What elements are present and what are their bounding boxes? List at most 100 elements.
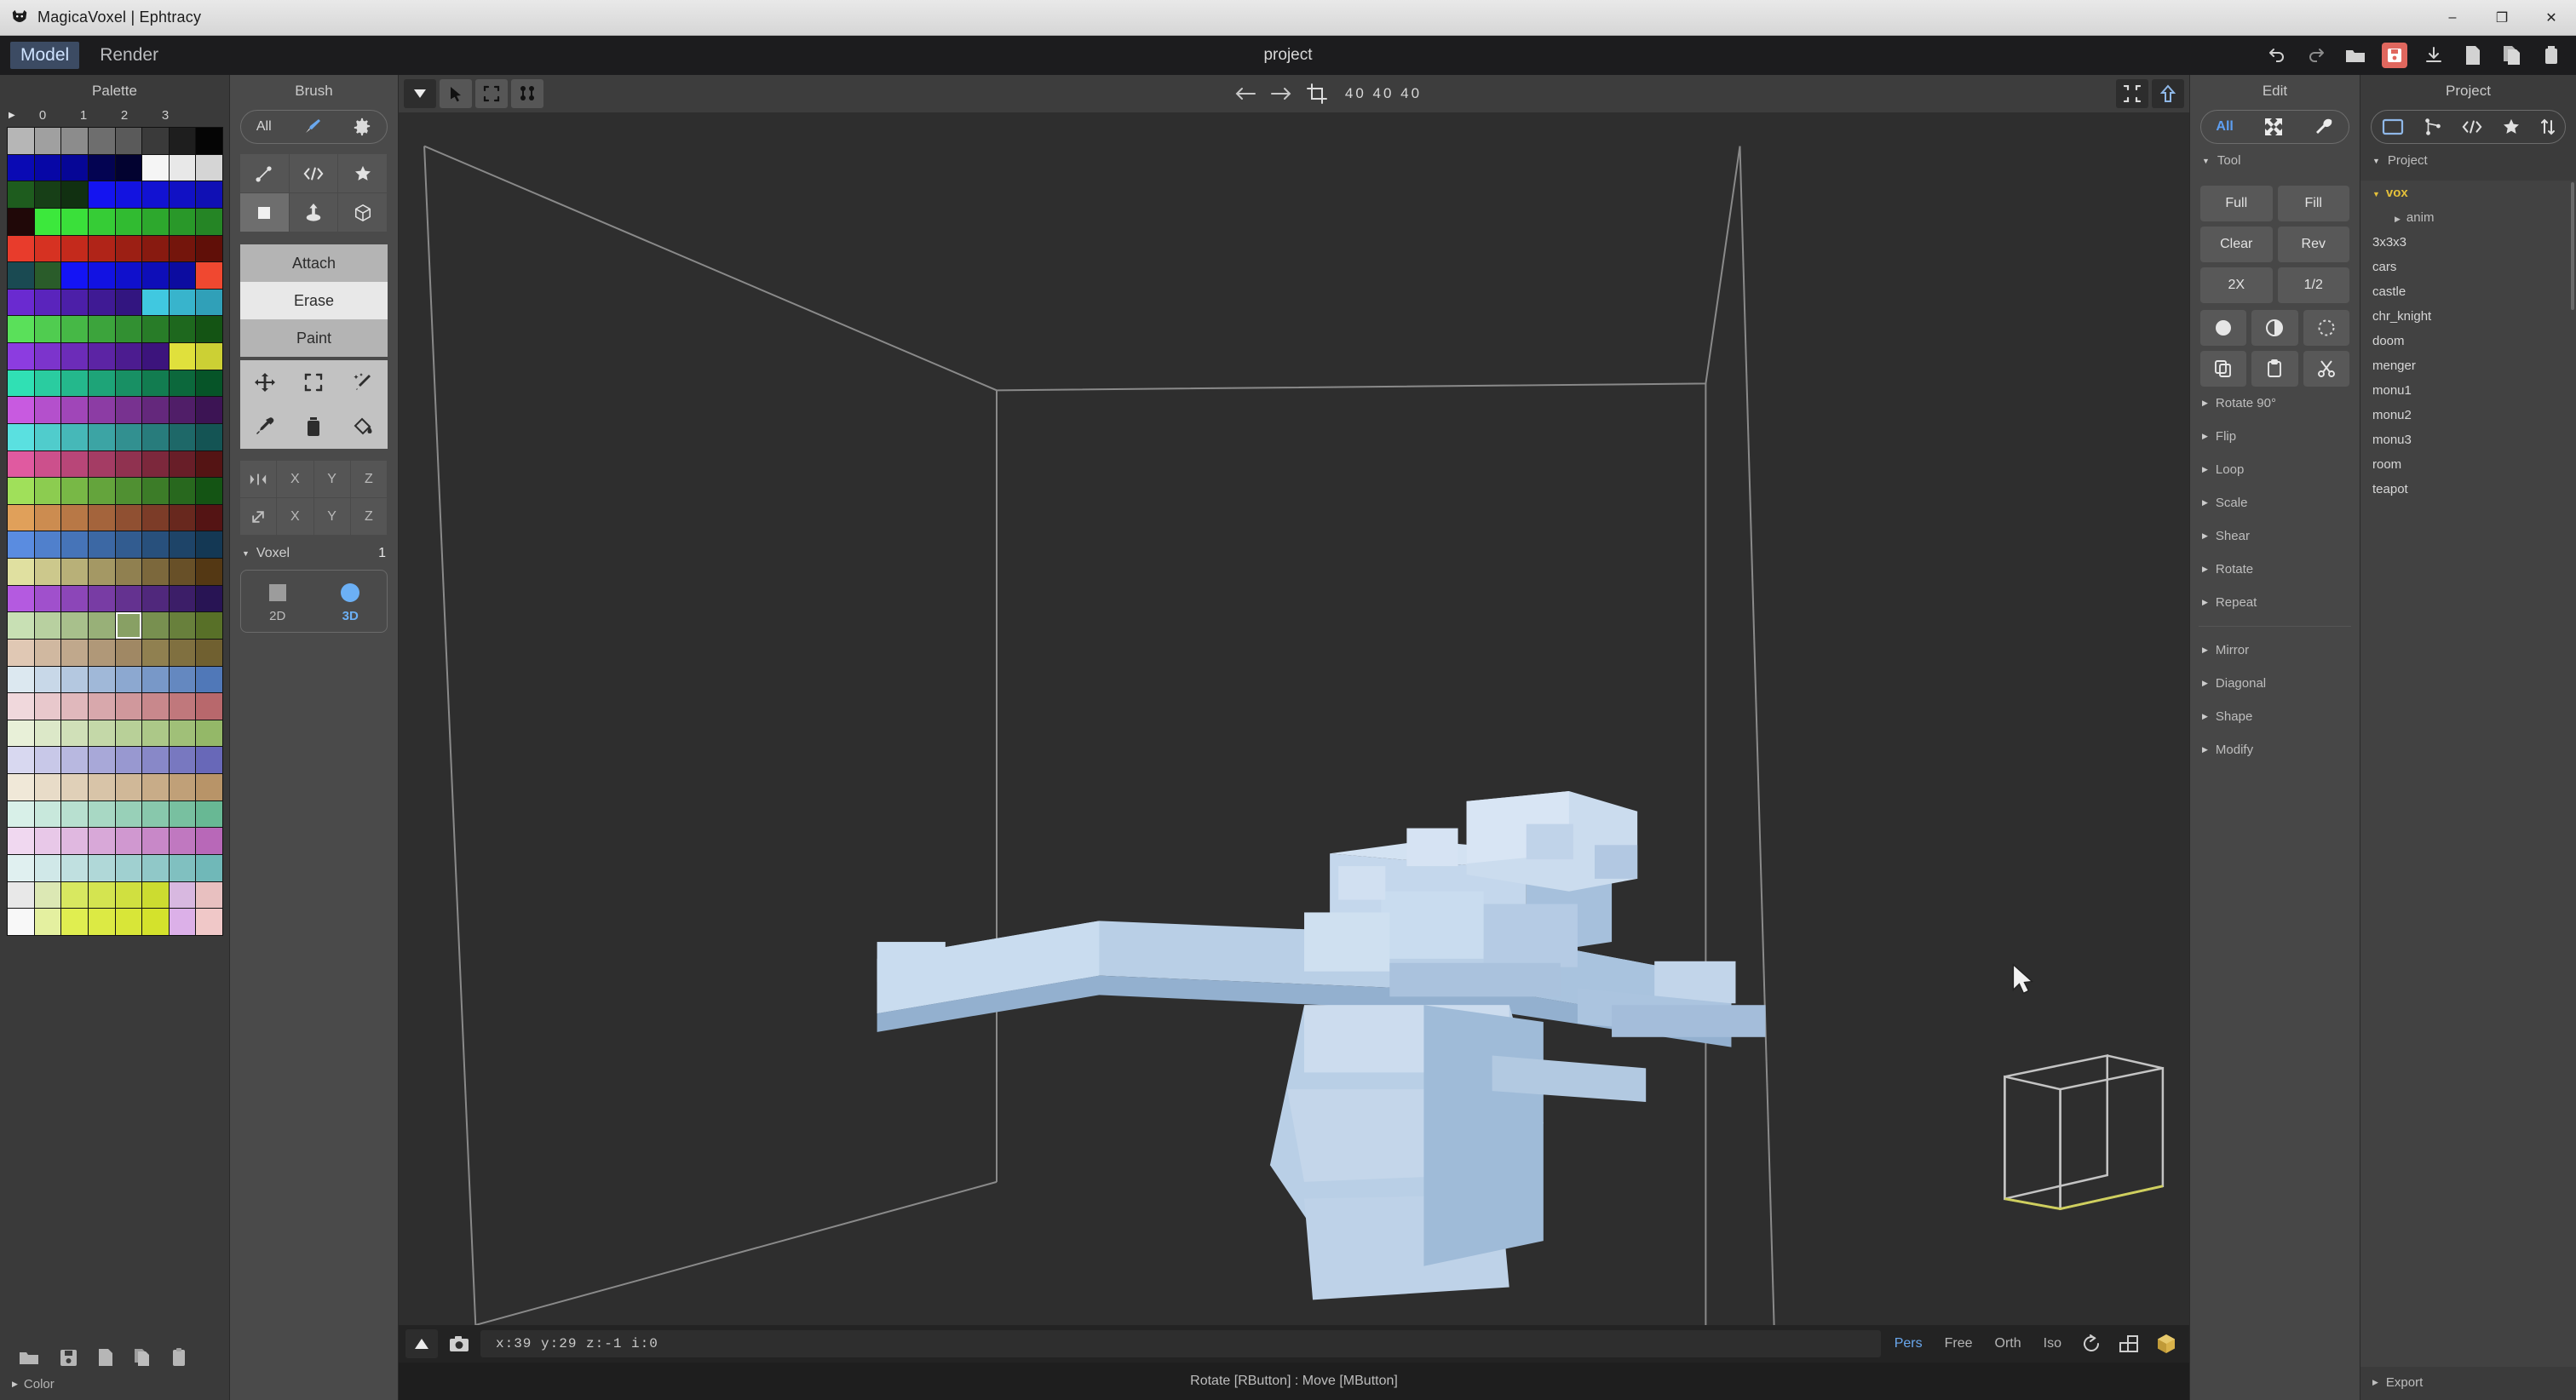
paste-icon[interactable] bbox=[2251, 351, 2298, 387]
circle-dashed-icon[interactable] bbox=[2303, 310, 2349, 346]
palette-swatch[interactable] bbox=[169, 639, 196, 666]
accordion-rotate[interactable]: ▶ Rotate bbox=[2190, 553, 2360, 586]
palette-swatch[interactable] bbox=[8, 747, 34, 773]
save-icon[interactable] bbox=[2382, 43, 2407, 68]
tree-node-monu2[interactable]: monu2 bbox=[2360, 403, 2576, 427]
palette-swatch[interactable] bbox=[8, 828, 34, 854]
close-button[interactable]: ✕ bbox=[2527, 0, 2576, 36]
palette-swatch[interactable] bbox=[115, 262, 142, 289]
palette-swatch[interactable] bbox=[142, 828, 169, 854]
palette-swatch[interactable] bbox=[61, 559, 88, 585]
palette-swatch[interactable] bbox=[142, 854, 169, 881]
palette-swatch[interactable] bbox=[88, 559, 115, 585]
tree-node-monu1[interactable]: monu1 bbox=[2360, 378, 2576, 403]
play-icon[interactable] bbox=[405, 1329, 438, 1358]
open-folder-icon[interactable] bbox=[2343, 43, 2368, 68]
palette-swatch[interactable] bbox=[88, 154, 115, 181]
palette-swatch[interactable] bbox=[142, 559, 169, 585]
redo-icon[interactable] bbox=[2303, 43, 2329, 68]
palette-swatch[interactable] bbox=[88, 774, 115, 800]
palette-swatch[interactable] bbox=[61, 774, 88, 800]
palette-swatch[interactable] bbox=[142, 478, 169, 504]
palette-swatch[interactable] bbox=[115, 289, 142, 316]
model-dimensions[interactable]: 40 40 40 bbox=[1337, 85, 1430, 102]
diagonal-z-button[interactable]: Z bbox=[350, 498, 388, 536]
palette-swatch[interactable] bbox=[142, 693, 169, 720]
camera-mode-orth[interactable]: Orth bbox=[1987, 1336, 2030, 1351]
palette-swatch[interactable] bbox=[169, 909, 196, 935]
palette-swatch[interactable] bbox=[61, 693, 88, 720]
palette-swatch[interactable] bbox=[169, 478, 196, 504]
palette-swatch[interactable] bbox=[196, 370, 222, 397]
palette-swatch[interactable] bbox=[34, 181, 61, 208]
palette-swatch[interactable] bbox=[196, 639, 222, 666]
palette-swatch[interactable] bbox=[115, 747, 142, 773]
palette-swatch[interactable] bbox=[8, 504, 34, 531]
palette-swatch[interactable] bbox=[142, 154, 169, 181]
palette-swatch[interactable] bbox=[88, 397, 115, 423]
palette-swatch[interactable] bbox=[88, 316, 115, 342]
accordion-flip[interactable]: ▶ Flip bbox=[2190, 420, 2360, 453]
palette-swatch[interactable] bbox=[88, 666, 115, 693]
palette-swatch[interactable] bbox=[169, 854, 196, 881]
palette-swatch[interactable] bbox=[115, 800, 142, 828]
palette-swatch[interactable] bbox=[169, 774, 196, 800]
crop-icon[interactable] bbox=[1301, 79, 1333, 108]
palette-swatch[interactable] bbox=[169, 559, 196, 585]
eyedropper-icon[interactable] bbox=[240, 405, 290, 449]
palette-swatch[interactable] bbox=[115, 854, 142, 881]
undo-icon[interactable] bbox=[2264, 43, 2290, 68]
accordion-rotate90[interactable]: ▶ Rotate 90° bbox=[2190, 387, 2360, 420]
palette-swatch[interactable] bbox=[196, 154, 222, 181]
palette-swatch[interactable] bbox=[169, 531, 196, 558]
palette-swatch[interactable] bbox=[88, 343, 115, 370]
rev-button[interactable]: Rev bbox=[2277, 227, 2349, 262]
palette-swatch[interactable] bbox=[142, 289, 169, 316]
palette-swatch[interactable] bbox=[196, 881, 222, 909]
palette-swatch[interactable] bbox=[142, 208, 169, 235]
palette-swatch[interactable] bbox=[34, 128, 61, 154]
mirror-icon[interactable] bbox=[240, 461, 278, 498]
diagonal-icon[interactable] bbox=[240, 498, 278, 536]
palette-swatch[interactable] bbox=[61, 747, 88, 773]
brush-all-label[interactable]: All bbox=[256, 119, 272, 135]
palette-swatch[interactable] bbox=[169, 423, 196, 450]
palette-swatch[interactable] bbox=[8, 423, 34, 450]
palette-swatch[interactable] bbox=[61, 800, 88, 828]
palette-swatch[interactable] bbox=[88, 450, 115, 478]
copy-icon[interactable] bbox=[2200, 351, 2247, 387]
palette-swatch[interactable] bbox=[196, 720, 222, 747]
palette-swatch[interactable] bbox=[88, 854, 115, 881]
palette-swatch[interactable] bbox=[196, 262, 222, 289]
palette-swatch[interactable] bbox=[34, 800, 61, 828]
palette-swatch[interactable] bbox=[196, 800, 222, 828]
palette-swatch[interactable] bbox=[115, 881, 142, 909]
palette-swatch[interactable] bbox=[8, 612, 34, 639]
palette-swatch[interactable] bbox=[115, 693, 142, 720]
shade-view-icon[interactable] bbox=[2150, 1329, 2182, 1358]
voxel-section-header[interactable]: ▼ Voxel 1 bbox=[230, 536, 398, 565]
palette-swatch[interactable] bbox=[34, 854, 61, 881]
palette-swatch[interactable] bbox=[169, 370, 196, 397]
fill-button[interactable]: Fill bbox=[2277, 186, 2349, 221]
palette-swatch[interactable] bbox=[61, 585, 88, 612]
palette-swatch[interactable] bbox=[115, 235, 142, 262]
accordion-scale[interactable]: ▶ Scale bbox=[2190, 486, 2360, 519]
palette-swatch[interactable] bbox=[8, 774, 34, 800]
palette-swatch[interactable] bbox=[169, 343, 196, 370]
palette-swatch[interactable] bbox=[8, 397, 34, 423]
menu-item-model[interactable]: Model bbox=[10, 42, 80, 69]
palette-swatch[interactable] bbox=[169, 747, 196, 773]
palette-swatch[interactable] bbox=[196, 450, 222, 478]
box-tool-icon[interactable] bbox=[338, 193, 388, 232]
palette-swatch[interactable] bbox=[196, 235, 222, 262]
camera-mode-pers[interactable]: Pers bbox=[1886, 1336, 1931, 1351]
palette-swatch[interactable] bbox=[8, 181, 34, 208]
palette-swatch[interactable] bbox=[115, 720, 142, 747]
palette-swatch[interactable] bbox=[196, 128, 222, 154]
palette-swatch[interactable] bbox=[196, 531, 222, 558]
palette-swatch[interactable] bbox=[61, 343, 88, 370]
camera-mode-iso[interactable]: Iso bbox=[2035, 1336, 2070, 1351]
palette-swatch[interactable] bbox=[34, 881, 61, 909]
palette-swatch[interactable] bbox=[61, 235, 88, 262]
